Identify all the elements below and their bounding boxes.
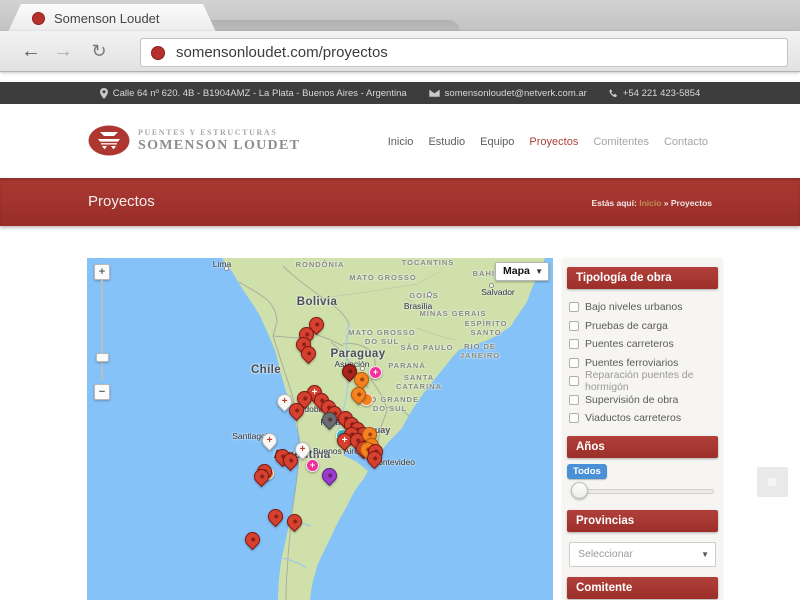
address-text: Calle 64 nº 620. 4B - B1904AMZ - La Plat… — [113, 88, 407, 99]
breadcrumb-current: Proyectos — [671, 198, 712, 208]
city-dot-icon — [489, 283, 494, 288]
checkbox-supervision-de-obra[interactable]: Supervisión de obra — [569, 391, 716, 410]
checkbox-icon[interactable] — [569, 321, 579, 331]
browser-tab[interactable]: Somenson Loudet — [8, 4, 216, 32]
select-arrow-icon: ▼ — [701, 543, 709, 567]
email-item[interactable]: somensonloudet@netverk.com.ar — [429, 88, 587, 99]
back-button[interactable]: ← — [18, 39, 44, 63]
breadcrumb-home-link[interactable]: Inicio — [639, 198, 661, 208]
map-marker[interactable]: + — [306, 459, 319, 472]
map-zoom-control: + − — [94, 264, 110, 400]
browser-window: Somenson Loudet ← → ↻ somensonloudet.com… — [0, 0, 800, 600]
comitente-header: Comitente — [567, 577, 718, 599]
breadcrumb-prefix: Estás aquí: — [591, 198, 636, 208]
site-logo[interactable]: PUENTES Y ESTRUCTURAS SOMENSON LOUDET — [88, 125, 300, 156]
nav-inicio[interactable]: Inicio — [388, 136, 414, 148]
map-marker[interactable] — [351, 387, 366, 407]
years-slider-handle[interactable] — [571, 482, 588, 499]
provincias-select[interactable]: Seleccionar ▼ — [569, 542, 716, 567]
anios-slider-area: Todos — [567, 458, 718, 510]
page-banner: Proyectos Estás aquí: Inicio » Proyectos — [0, 178, 800, 226]
zoom-slider-handle[interactable] — [96, 353, 109, 362]
phone-item: +54 221 423-5854 — [609, 88, 700, 99]
map-geography — [87, 258, 553, 600]
checkbox-bajo-niveles-urbanos[interactable]: Bajo niveles urbanos — [569, 298, 716, 317]
projects-map[interactable]: LimaRONDÔNIAMATO GROSSOTOCANTINSBAHIASal… — [87, 258, 553, 600]
years-slider-track[interactable] — [571, 489, 714, 494]
checkbox-icon[interactable] — [569, 376, 579, 386]
checkbox-viaductos-carreteros[interactable]: Viaductos carreteros — [569, 409, 716, 428]
slider-tooltip: Todos — [567, 464, 607, 479]
logo-tagline: PUENTES Y ESTRUCTURAS — [138, 128, 300, 137]
map-marker[interactable] — [287, 514, 302, 534]
urlbar-favicon-icon — [151, 46, 165, 60]
checkbox-puentes-carreteros[interactable]: Puentes carreteros — [569, 335, 716, 354]
checkbox-icon[interactable] — [569, 395, 579, 405]
zoom-out-button[interactable]: − — [94, 384, 110, 400]
tab-strip: Somenson Loudet — [0, 0, 800, 31]
location-pin-icon — [100, 88, 108, 99]
bridge-logo-icon — [88, 125, 130, 156]
map-marker[interactable] — [283, 453, 298, 473]
reload-button[interactable]: ↻ — [86, 39, 112, 63]
site-header: PUENTES Y ESTRUCTURAS SOMENSON LOUDET In… — [0, 104, 800, 178]
main-nav: Inicio Estudio Equipo Proyectos Comitent… — [388, 136, 708, 148]
checkbox-reparacion-puentes[interactable]: Reparación puentes de hormigón — [569, 372, 716, 391]
contact-bar: Calle 64 nº 620. 4B - B1904AMZ - La Plat… — [0, 82, 800, 104]
checkbox-pruebas-de-carga[interactable]: Pruebas de carga — [569, 317, 716, 336]
map-marker[interactable] — [301, 346, 316, 366]
map-type-dropdown[interactable]: Mapa ▼ — [495, 262, 549, 281]
map-marker[interactable] — [254, 469, 269, 489]
phone-text: +54 221 423-5854 — [623, 88, 700, 99]
nav-proyectos[interactable]: Proyectos — [529, 136, 578, 148]
zoom-slider-track[interactable] — [101, 280, 103, 380]
city-dot-icon — [427, 292, 432, 297]
chevron-down-icon: ▼ — [535, 263, 543, 281]
site-favicon-icon — [32, 12, 45, 25]
city-dot-icon — [360, 366, 365, 371]
checkbox-icon[interactable] — [569, 339, 579, 349]
checkbox-icon[interactable] — [569, 413, 579, 423]
zoom-in-button[interactable]: + — [94, 264, 110, 280]
tab-title: Somenson Loudet — [54, 11, 160, 26]
forward-button[interactable]: → — [50, 39, 76, 63]
page-title: Proyectos — [88, 193, 155, 210]
landmass-south-america — [222, 258, 545, 600]
faded-widget-artifact — [757, 467, 788, 497]
checkbox-icon[interactable] — [569, 358, 579, 368]
envelope-icon — [429, 89, 440, 97]
nav-contacto[interactable]: Contacto — [664, 136, 708, 148]
phone-icon — [609, 89, 618, 98]
nav-equipo[interactable]: Equipo — [480, 136, 514, 148]
map-marker[interactable] — [268, 509, 283, 529]
logo-name: SOMENSON LOUDET — [138, 138, 300, 154]
breadcrumb: Estás aquí: Inicio » Proyectos — [591, 198, 712, 208]
address-bar[interactable]: somensonloudet.com/proyectos — [140, 38, 788, 67]
nav-estudio[interactable]: Estudio — [428, 136, 465, 148]
map-marker[interactable] — [322, 412, 337, 432]
provincias-header: Provincias — [567, 510, 718, 532]
address-item: Calle 64 nº 620. 4B - B1904AMZ - La Plat… — [100, 88, 407, 99]
filters-sidebar: Tipología de obra Bajo niveles urbanos P… — [563, 258, 722, 600]
tipologia-options: Bajo niveles urbanos Pruebas de carga Pu… — [567, 289, 718, 436]
email-text: somensonloudet@netverk.com.ar — [445, 88, 587, 99]
tipologia-header: Tipología de obra — [567, 267, 718, 289]
checkbox-icon[interactable] — [569, 302, 579, 312]
anios-header: Años — [567, 436, 718, 458]
map-type-label: Mapa — [503, 265, 530, 277]
map-marker[interactable] — [322, 468, 337, 488]
map-marker[interactable] — [289, 403, 304, 423]
map-marker[interactable] — [245, 532, 260, 552]
breadcrumb-separator: » — [664, 198, 669, 208]
provincias-select-value: Seleccionar — [578, 548, 633, 560]
map-marker[interactable]: + — [369, 366, 382, 379]
url-text: somensonloudet.com/proyectos — [176, 44, 388, 61]
nav-comitentes[interactable]: Comitentes — [593, 136, 649, 148]
city-dot-icon — [224, 266, 229, 271]
map-marker[interactable] — [367, 451, 382, 471]
